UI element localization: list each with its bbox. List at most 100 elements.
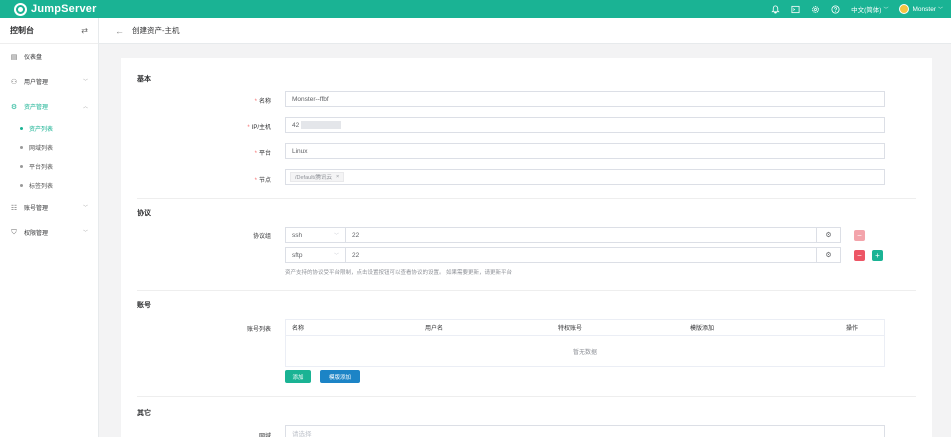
- language-select[interactable]: 中文(简体) ﹀: [851, 4, 889, 15]
- switch-icon[interactable]: ⇄: [81, 26, 88, 35]
- domain-select[interactable]: 请选择: [285, 425, 885, 437]
- bullet-icon: [20, 127, 23, 130]
- ip-value: 42: [292, 121, 300, 129]
- divider: [137, 396, 916, 397]
- chevron-up-icon: ︿: [82, 104, 88, 110]
- node-select[interactable]: /Default/腾讯云 ×: [285, 169, 885, 185]
- logo[interactable]: JumpServer: [14, 2, 97, 16]
- sidebar-item-permissions[interactable]: ⛉ 权限管理 ﹀: [0, 220, 98, 245]
- sidebar-item-label: 仪表盘: [24, 55, 43, 61]
- add-account-button[interactable]: 添加: [285, 370, 311, 383]
- logo-text: JumpServer: [31, 3, 97, 15]
- port-input[interactable]: 22: [345, 227, 817, 243]
- sidebar-item-dashboard[interactable]: ▤ 仪表盘: [0, 44, 98, 69]
- name-label: * 名称: [254, 99, 271, 105]
- sidebar-subitem-label-list[interactable]: 标签列表: [0, 176, 98, 195]
- top-bar: JumpServer 中文(简体) ﹀ Monster ﹀: [0, 0, 951, 18]
- avatar: [898, 4, 909, 14]
- page-title: 创建资产-主机: [132, 26, 180, 35]
- chevron-down-icon: ﹀: [333, 252, 339, 259]
- chevron-down-icon: ﹀: [82, 230, 88, 236]
- name-input[interactable]: Monster--ffbf: [285, 91, 885, 107]
- account-list-label: 账号列表: [246, 327, 271, 333]
- chevron-down-icon: ﹀: [333, 232, 339, 239]
- section-account-title: 账号: [137, 302, 151, 309]
- sidebar-subitem-asset-list[interactable]: 资产列表: [0, 119, 98, 138]
- column-header: 用户名: [425, 326, 444, 332]
- bullet-icon: [20, 146, 23, 149]
- template-add-button[interactable]: 模版添加: [320, 370, 360, 383]
- column-header: 名称: [292, 326, 305, 332]
- table-header: 名称 用户名 特权账号 模版添加 操作: [286, 320, 884, 336]
- node-label: * 节点: [254, 178, 271, 184]
- node-tag: /Default/腾讯云 ×: [290, 172, 345, 182]
- protocol-settings-button[interactable]: ⚙: [817, 227, 841, 243]
- sidebar-subitem-label: 网域列表: [29, 146, 54, 152]
- section-basic-title: 基本: [137, 76, 151, 83]
- sidebar-subitem-label: 平台列表: [29, 165, 54, 171]
- sidebar-item-label: 资产管理: [24, 105, 49, 111]
- protocol-group-label: 协议组: [252, 234, 271, 240]
- chevron-down-icon: ﹀: [937, 6, 943, 13]
- chevron-down-icon: ﹀: [82, 205, 88, 211]
- column-header: 特权账号: [558, 326, 583, 332]
- logo-icon: [14, 2, 27, 16]
- user-menu[interactable]: Monster ﹀: [898, 4, 943, 14]
- divider: [137, 198, 916, 199]
- section-protocol-title: 协议: [137, 210, 151, 217]
- sidebar-item-assets[interactable]: ⚙ 资产管理 ︿: [0, 94, 98, 119]
- settings-icon[interactable]: [809, 3, 821, 15]
- sidebar-item-accounts[interactable]: ☷ 账号管理 ﹀: [0, 195, 98, 220]
- port-input[interactable]: 22: [345, 247, 817, 263]
- remove-protocol-button[interactable]: −: [854, 250, 865, 261]
- sidebar-item-label: 用户管理: [24, 80, 49, 86]
- sidebar-subitem-label: 标签列表: [29, 184, 54, 190]
- add-protocol-button[interactable]: +: [872, 250, 883, 261]
- table-empty-text: 暂无数据: [572, 349, 597, 356]
- assets-icon: ⚙: [10, 103, 18, 111]
- sidebar-item-label: 权限管理: [24, 231, 49, 237]
- close-icon[interactable]: ×: [336, 174, 339, 180]
- bell-icon[interactable]: [769, 3, 781, 15]
- bullet-icon: [20, 165, 23, 168]
- help-icon[interactable]: [829, 3, 841, 15]
- protocol-help-text: 资产支持的协议受平台限制，点击设置按钮可以查看协议的设置。 如果需要更新，请更新…: [285, 270, 513, 276]
- sidebar-subitem-domain-list[interactable]: 网域列表: [0, 138, 98, 157]
- protocol-settings-button[interactable]: ⚙: [817, 247, 841, 263]
- page-header: ← 创建资产-主机: [99, 18, 951, 44]
- protocol-select[interactable]: ssh ﹀: [285, 227, 346, 243]
- dashboard-icon: ▤: [10, 53, 18, 61]
- platform-label: * 平台: [254, 151, 271, 157]
- bullet-icon: [20, 184, 23, 187]
- sidebar-subitem-label: 资产列表: [29, 127, 54, 133]
- remove-protocol-button[interactable]: −: [854, 230, 865, 241]
- users-icon: ⚇: [10, 78, 18, 86]
- platform-input[interactable]: Linux: [285, 143, 885, 159]
- back-arrow-icon[interactable]: ←: [115, 26, 124, 36]
- column-header: 操作: [846, 326, 859, 332]
- gear-icon: ⚙: [825, 252, 832, 259]
- sidebar-item-label: 账号管理: [24, 206, 49, 212]
- protocol-select[interactable]: sftp ﹀: [285, 247, 346, 263]
- user-name: Monster: [912, 5, 936, 13]
- domain-label: 网域: [258, 434, 271, 437]
- ip-label: * IP/主机: [247, 125, 271, 131]
- language-label: 中文(简体): [851, 7, 882, 14]
- ip-input[interactable]: 42: [285, 117, 885, 133]
- divider: [137, 290, 916, 291]
- terminal-icon[interactable]: [789, 3, 801, 15]
- shield-icon: ⛉: [11, 228, 17, 236]
- chevron-down-icon: ﹀: [82, 79, 88, 85]
- sidebar-title: 控制台: [10, 26, 34, 35]
- redacted-block: [301, 121, 342, 129]
- sidebar-subitem-platform-list[interactable]: 平台列表: [0, 157, 98, 176]
- protocol-name: ssh: [292, 231, 303, 239]
- account-table: 名称 用户名 特权账号 模版添加 操作 暂无数据: [285, 319, 885, 367]
- chevron-down-icon: ﹀: [883, 6, 889, 13]
- sidebar-header: 控制台 ⇄: [0, 18, 98, 44]
- sidebar-item-users[interactable]: ⚇ 用户管理 ﹀: [0, 69, 98, 94]
- column-header: 模版添加: [690, 326, 715, 332]
- protocol-name: sftp: [292, 251, 303, 259]
- section-other-title: 其它: [137, 410, 151, 417]
- gear-icon: ⚙: [825, 232, 832, 239]
